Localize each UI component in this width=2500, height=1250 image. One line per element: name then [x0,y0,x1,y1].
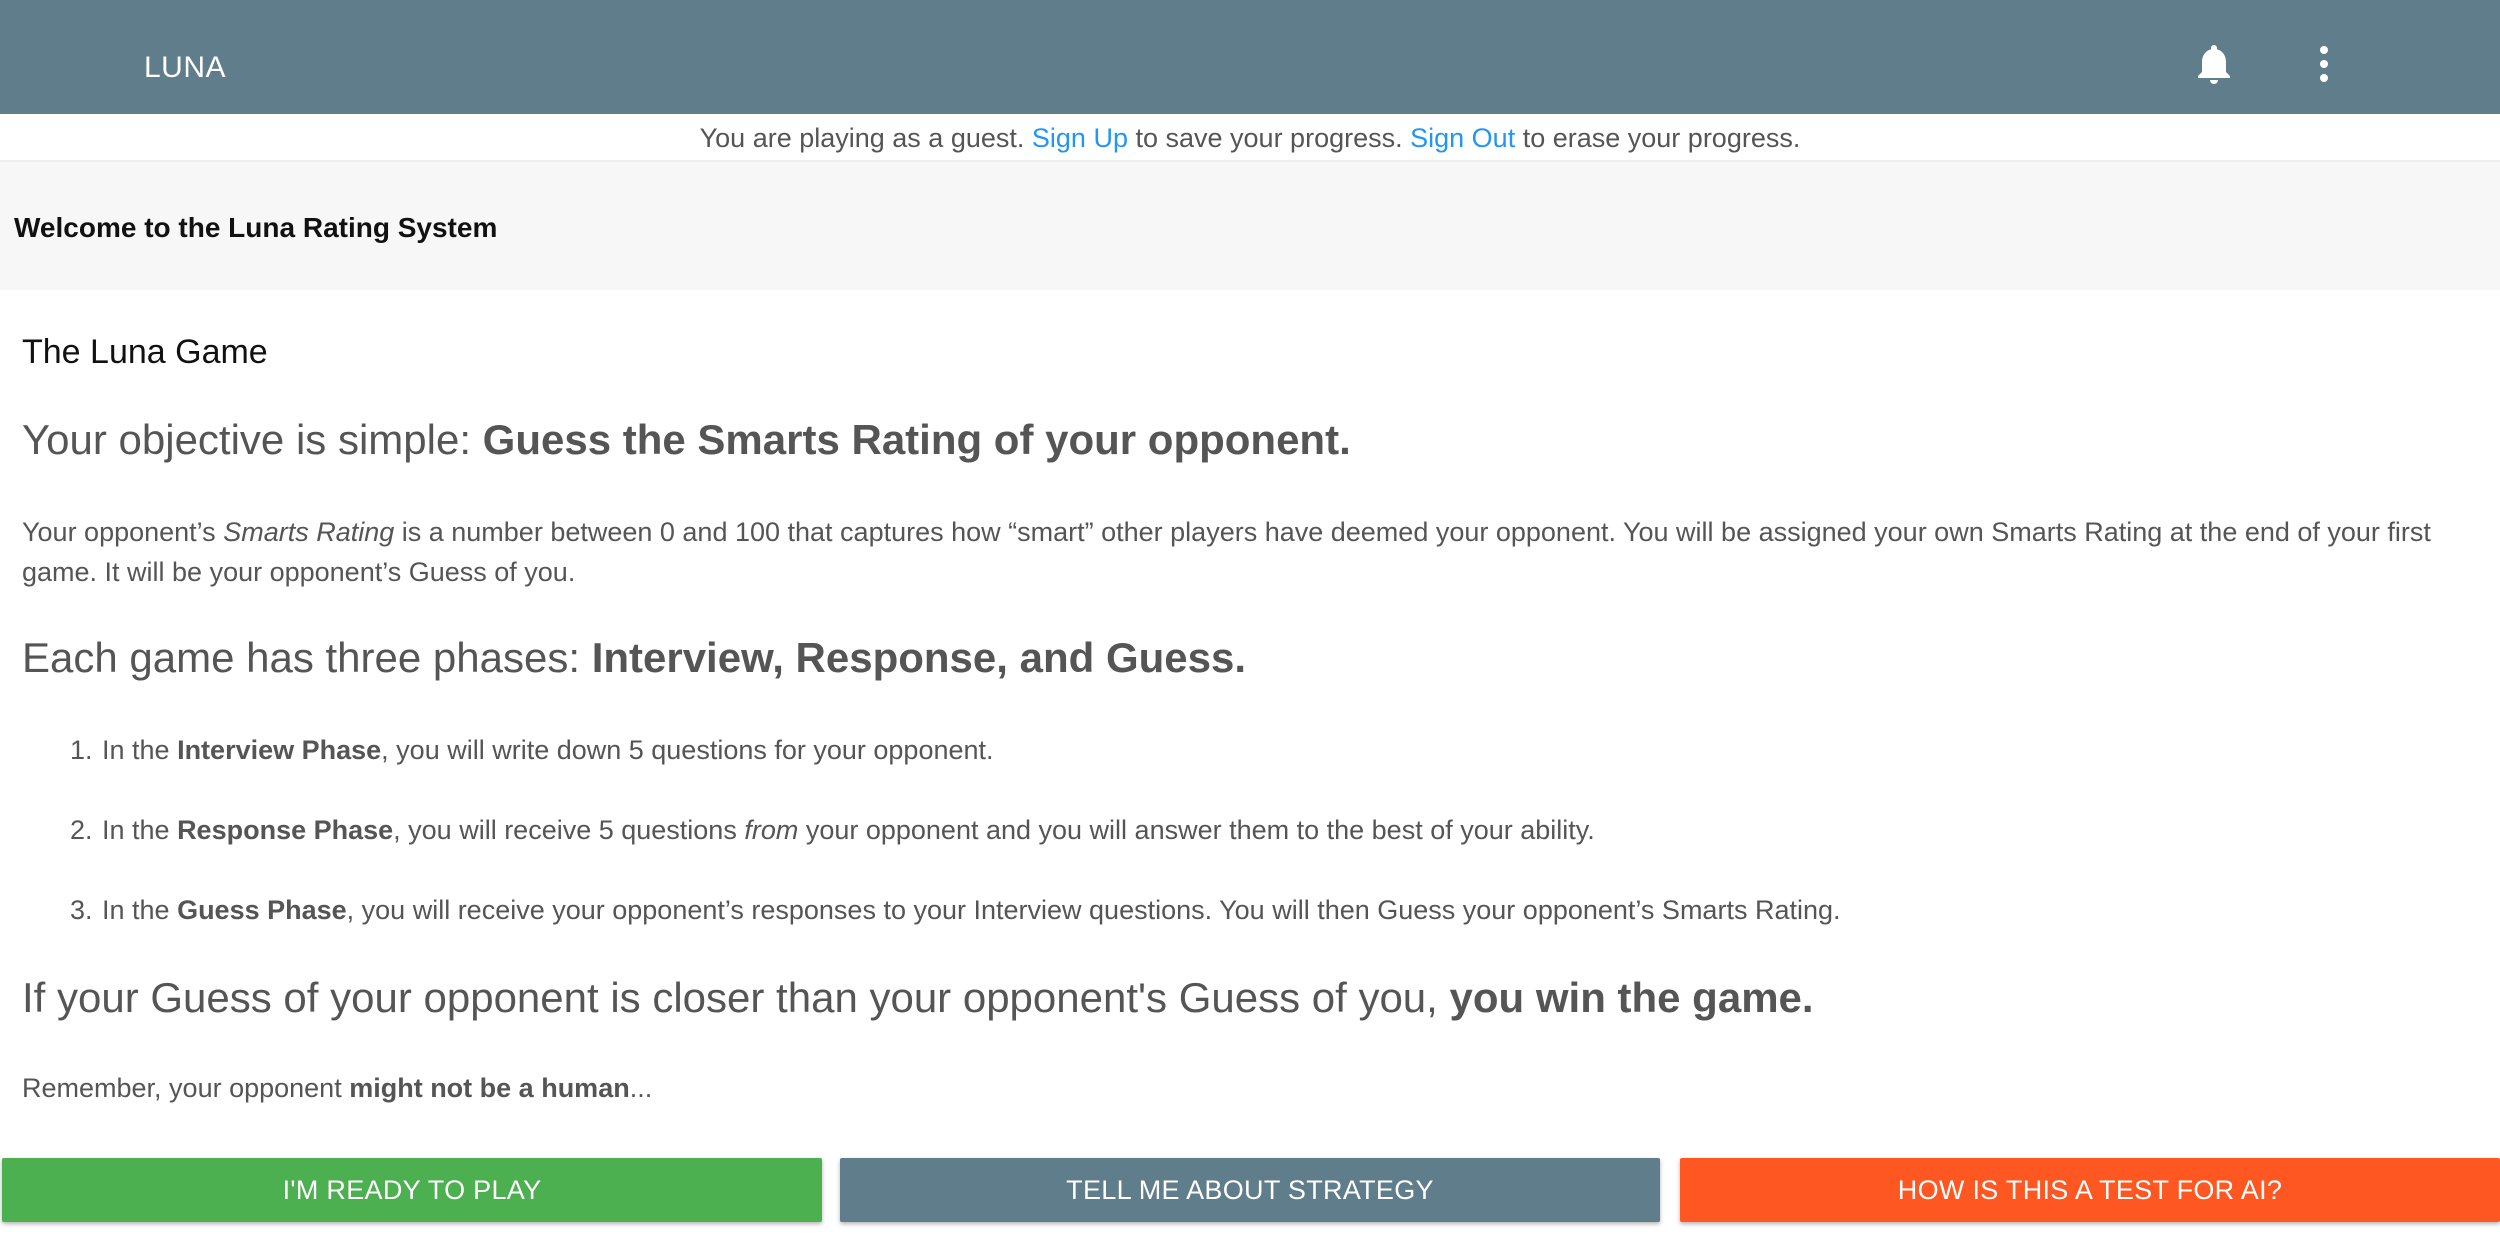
step-bold: Interview Phase [177,735,382,765]
step-text-pre: In the [102,735,178,765]
app-title: LUNA [144,51,227,84]
rating-text-1: Your opponent’s [22,517,224,547]
rating-emphasis: Smarts Rating [223,517,395,547]
more-options-button[interactable] [2300,40,2348,88]
step-number: 2. [70,815,93,845]
notifications-button[interactable] [2190,40,2238,88]
list-item: 2. In the Response Phase, you will receiv… [70,812,1595,848]
bell-icon [2198,45,2230,84]
welcome-header: Welcome to the Luna Rating System [0,162,2500,290]
step-text-post: , you will write down 5 questions for yo… [381,735,994,765]
strategy-button[interactable]: TELL ME ABOUT STRATEGY [840,1158,1660,1222]
list-item: 3. In the Guess Phase, you will receive y… [70,892,1841,928]
step-number: 3. [70,895,93,925]
welcome-title: Welcome to the Luna Rating System [14,212,498,243]
guest-text-3: to erase your progress. [1522,123,1801,153]
step-emphasis: from [744,815,799,845]
remember-text-post: ... [629,1073,653,1103]
step-bold: Response Phase [177,815,394,845]
phases-bold: Interview, Response, and Guess. [591,634,1247,681]
sign-up-link[interactable]: Sign Up [1032,123,1128,153]
remember-note: Remember, your opponent might not be a h… [22,1068,652,1108]
smarts-rating-paragraph: Your opponent’s Smarts Rating is a numbe… [22,512,2462,592]
sign-out-link[interactable]: Sign Out [1410,123,1515,153]
step-text-post: , you will receive your opponent’s respo… [346,895,1841,925]
ready-to-play-button[interactable]: I'M READY TO PLAY [2,1158,822,1222]
step-bold: Guess Phase [177,895,347,925]
app-bar: LUNA [0,0,2500,114]
section-title: The Luna Game [22,333,268,371]
ai-test-button[interactable]: HOW IS THIS A TEST FOR AI? [1680,1158,2500,1222]
objective-bold: Guess the Smarts Rating of your opponent… [482,416,1351,463]
step-text-pre: In the [102,815,178,845]
win-prefix: If your Guess of your opponent is closer… [22,974,1450,1021]
win-condition-heading: If your Guess of your opponent is closer… [22,972,1814,1024]
more-vert-icon [2320,46,2328,82]
step-text-mid: , you will receive 5 questions [393,815,745,845]
step-text-pre: In the [102,895,178,925]
list-item: 1. In the Interview Phase, you will write… [70,732,994,768]
phases-heading: Each game has three phases: Interview, R… [22,632,1246,684]
step-text-post: your opponent and you will answer them t… [798,815,1595,845]
guest-notice: You are playing as a guest. Sign Up to s… [0,114,2500,162]
guest-text-1: You are playing as a guest. [699,123,1025,153]
step-number: 1. [70,735,93,765]
remember-bold: might not be a human [349,1073,630,1103]
objective-heading: Your objective is simple: Guess the Smar… [22,414,1351,466]
remember-text-pre: Remember, your opponent [22,1073,350,1103]
win-bold: you win the game. [1449,974,1814,1021]
guest-text-2: to save your progress. [1135,123,1403,153]
objective-prefix: Your objective is simple: [22,416,483,463]
phases-prefix: Each game has three phases: [22,634,592,681]
